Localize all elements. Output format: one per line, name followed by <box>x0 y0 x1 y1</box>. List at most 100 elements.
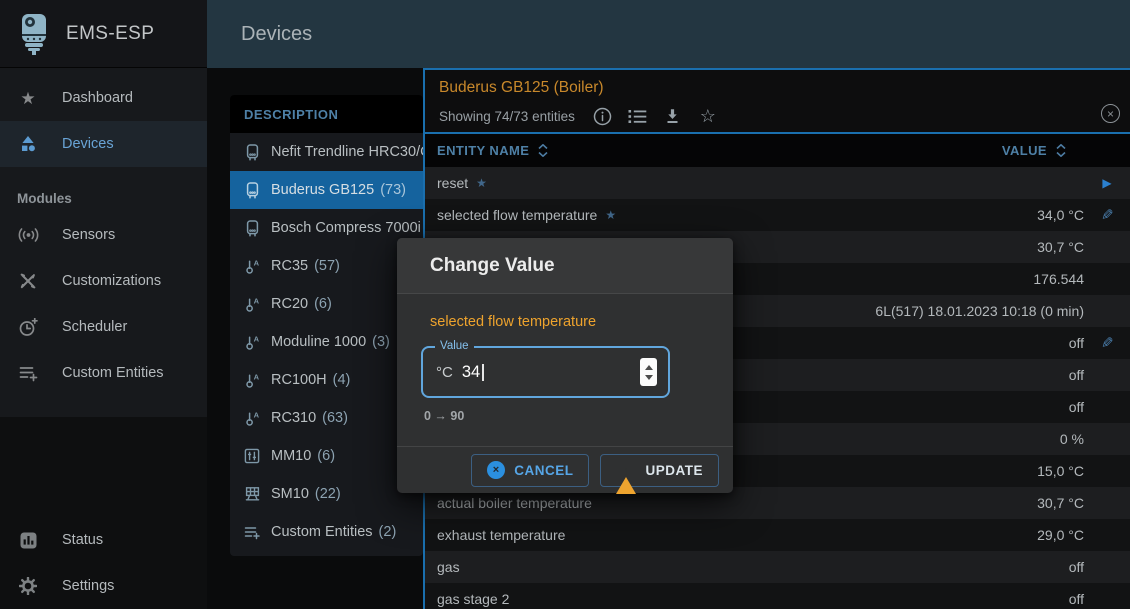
boiler-icon <box>243 144 261 161</box>
spinner-up-icon[interactable] <box>645 365 653 370</box>
list-view-icon[interactable] <box>628 106 648 126</box>
close-panel-icon[interactable]: × <box>1101 104 1120 123</box>
entity-row[interactable]: gas off <box>425 551 1130 583</box>
dialog-header: Change Value <box>397 238 733 294</box>
device-list-header: DESCRIPTION <box>230 95 423 133</box>
thermostat-icon: A <box>243 372 261 389</box>
spinner-down-icon[interactable] <box>645 375 653 380</box>
sidebar-item-devices[interactable]: Devices <box>0 121 207 167</box>
download-icon[interactable] <box>663 106 683 126</box>
bar-chart-icon <box>16 532 40 549</box>
number-spinner[interactable] <box>640 358 657 386</box>
sensors-icon <box>16 227 40 243</box>
sort-value-icon[interactable] <box>1056 144 1066 157</box>
thermostat-icon: A <box>243 334 261 351</box>
sidebar-item-label: Devices <box>62 136 114 152</box>
svg-text:A: A <box>253 296 259 305</box>
device-name: Custom Entities <box>271 524 373 540</box>
star-icon: ★ <box>16 90 40 107</box>
value-unit: °C <box>436 364 453 381</box>
entity-value: off <box>1069 367 1084 383</box>
value-input[interactable]: Value °C 34 <box>421 346 670 398</box>
ems-esp-app: Devices EMS-ESP ★ Dashboard <box>0 0 1130 609</box>
device-list-item[interactable]: SM10(22) <box>230 475 423 513</box>
update-button[interactable]: ! UPDATE <box>600 454 719 487</box>
entity-value: 29,0 °C <box>1037 527 1084 543</box>
sidebar-item-customizations[interactable]: Customizations <box>0 258 207 304</box>
thermostat-icon: A <box>243 410 261 427</box>
device-name: Buderus GB125 <box>271 182 374 198</box>
entity-value: off <box>1069 335 1084 351</box>
sidebar-item-status[interactable]: Status <box>0 517 207 563</box>
entity-value: off <box>1069 559 1084 575</box>
device-list-item[interactable]: ARC35(57) <box>230 247 423 285</box>
device-entity-count: (57) <box>314 258 340 274</box>
device-list-item[interactable]: Buderus GB125(73) <box>230 171 423 209</box>
entity-name: reset <box>437 175 468 191</box>
execute-command-icon[interactable]: ▶ <box>1102 176 1111 190</box>
entity-row[interactable]: exhaust temperature29,0 °C <box>425 519 1130 551</box>
device-list-item[interactable]: MM10(6) <box>230 437 423 475</box>
sidebar-item-label: Scheduler <box>62 319 127 335</box>
device-name: Moduline 1000 <box>271 334 366 350</box>
device-list-item[interactable]: Bosch Compress 7000i <box>230 209 423 247</box>
entities-table-header: ENTITY NAME VALUE <box>425 132 1130 167</box>
sidebar-item-scheduler[interactable]: Scheduler <box>0 304 207 350</box>
edit-pencil-icon[interactable]: ✎ <box>1101 334 1114 352</box>
thermostat-icon: A <box>243 258 261 275</box>
sidebar-item-dashboard[interactable]: ★ Dashboard <box>0 75 207 121</box>
boiler-icon <box>243 220 261 237</box>
entity-name: gas <box>437 559 460 575</box>
device-list-item[interactable]: A RC100H (4) <box>230 361 423 399</box>
device-list-item[interactable]: ARC310(63) <box>230 399 423 437</box>
cancel-button[interactable]: × CANCEL <box>471 454 589 487</box>
value-input-text: 34 <box>462 363 480 382</box>
device-entity-count: (3) <box>372 334 390 350</box>
device-name: RC20 <box>271 296 308 312</box>
entity-name: gas stage 2 <box>437 591 509 607</box>
info-icon[interactable] <box>593 106 613 126</box>
top-app-bar: Devices <box>207 0 1130 68</box>
entity-value: 6L(517) 18.01.2023 10:18 (0 min) <box>875 303 1084 319</box>
shapes-icon <box>16 135 40 153</box>
svg-text:A: A <box>253 372 259 381</box>
dialog-title: Change Value <box>430 255 555 277</box>
selected-device-title: Buderus GB125 (Boiler) <box>439 79 1130 97</box>
entity-row[interactable]: gas stage 2off <box>425 583 1130 609</box>
device-entity-count: (4) <box>333 372 351 388</box>
custom-icon <box>243 525 261 540</box>
device-name: Nefit Trendline HRC30/C <box>271 144 423 160</box>
device-list-item[interactable]: A Moduline 1000 (3) <box>230 323 423 361</box>
gear-icon <box>16 577 40 595</box>
device-name: MM10 <box>271 448 311 464</box>
cancel-circle-x-icon: × <box>487 461 505 479</box>
modules-section-label: Modules <box>17 191 207 206</box>
favorites-filter-icon[interactable]: ☆ <box>698 106 718 126</box>
favorite-star-icon: ★ <box>605 208 616 222</box>
entity-value: 34,0 °C <box>1037 207 1084 223</box>
entity-value: 15,0 °C <box>1037 463 1084 479</box>
entity-value: 30,7 °C <box>1037 495 1084 511</box>
cancel-button-label: CANCEL <box>514 463 573 478</box>
sort-entity-name-icon[interactable] <box>538 144 548 157</box>
device-name: Bosch Compress 7000i <box>271 220 421 236</box>
entity-row[interactable]: selected flow temperature★34,0 °C✎ <box>425 199 1130 231</box>
device-name: RC100H <box>271 372 327 388</box>
entity-value: 0 % <box>1060 431 1084 447</box>
sidebar-item-sensors[interactable]: Sensors <box>0 212 207 258</box>
device-list-item[interactable]: Custom Entities(2) <box>230 513 423 551</box>
device-list-item[interactable]: A RC20 (6) <box>230 285 423 323</box>
thermostat-icon: A <box>243 296 261 313</box>
device-entity-count: (6) <box>314 296 332 312</box>
sidebar-item-settings[interactable]: Settings <box>0 563 207 609</box>
device-list-item[interactable]: Nefit Trendline HRC30/C <box>230 133 423 171</box>
edit-pencil-icon[interactable]: ✎ <box>1101 206 1114 224</box>
sidebar-item-label: Settings <box>62 578 114 594</box>
warning-triangle-icon: ! <box>616 462 636 479</box>
tools-icon <box>16 272 40 290</box>
device-entity-count: (63) <box>322 410 348 426</box>
sidebar-item-custom-entities[interactable]: Custom Entities <box>0 350 207 396</box>
dialog-entity-name: selected flow temperature <box>430 314 733 330</box>
list-plus-icon <box>16 365 40 382</box>
entity-row[interactable]: reset★▶ <box>425 167 1130 199</box>
